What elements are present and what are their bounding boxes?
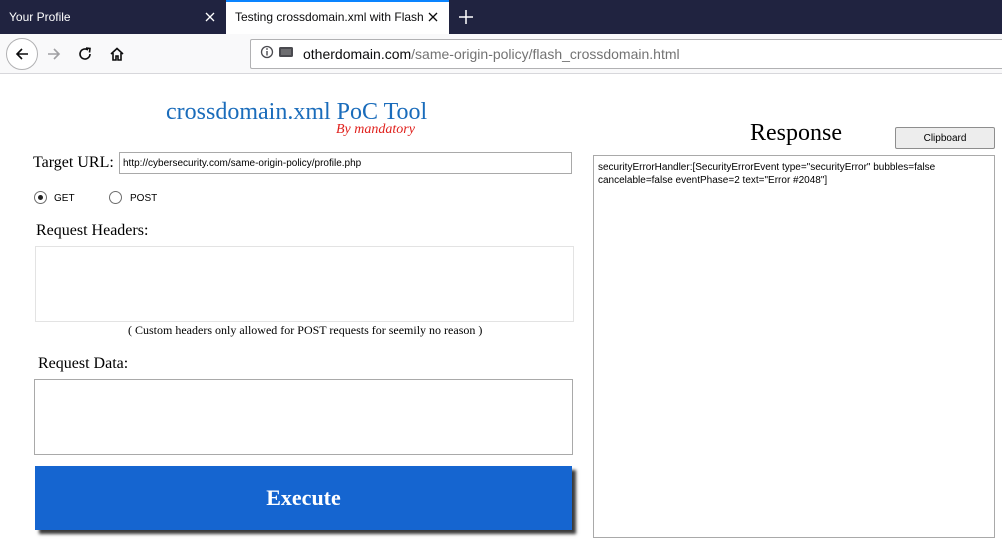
forward-arrow-icon[interactable] <box>41 40 67 68</box>
target-url-label: Target URL: <box>33 154 114 171</box>
home-icon[interactable] <box>104 40 130 68</box>
get-radio-label: GET <box>54 193 75 204</box>
radio-selected-dot <box>38 195 43 200</box>
url-text[interactable]: otherdomain.com/same-origin-policy/flash… <box>303 46 680 62</box>
back-arrow-icon[interactable] <box>6 38 38 70</box>
close-icon[interactable] <box>425 9 441 25</box>
response-title: Response <box>750 120 842 146</box>
plugin-icon[interactable] <box>278 45 294 64</box>
close-icon[interactable] <box>202 9 218 25</box>
headers-note: ( Custom headers only allowed for POST r… <box>128 323 483 337</box>
info-icon[interactable] <box>260 45 274 64</box>
page-subtitle: By mandatory <box>336 122 415 137</box>
tab-testing-crossdomain[interactable]: Testing crossdomain.xml with Flash <box>226 0 449 34</box>
reload-icon[interactable] <box>72 40 98 68</box>
request-headers-textarea[interactable] <box>35 246 574 322</box>
page-content: crossdomain.xml PoC Tool By mandatory Ta… <box>0 75 1002 543</box>
post-radio-label: POST <box>130 193 158 204</box>
target-url-input[interactable] <box>119 152 572 174</box>
post-radio[interactable] <box>109 191 122 204</box>
request-data-label: Request Data: <box>38 355 129 372</box>
tab-title: Testing crossdomain.xml with Flash <box>235 10 424 24</box>
plus-icon[interactable] <box>455 6 477 28</box>
navigation-toolbar: otherdomain.com/same-origin-policy/flash… <box>0 34 1002 74</box>
request-headers-label: Request Headers: <box>36 222 149 239</box>
tab-title: Your Profile <box>9 10 71 24</box>
response-textarea[interactable]: securityErrorHandler:[SecurityErrorEvent… <box>593 155 995 538</box>
clipboard-button[interactable]: Clipboard <box>895 127 995 149</box>
tab-strip: Your Profile Testing crossdomain.xml wit… <box>0 0 1002 34</box>
url-domain: otherdomain.com <box>303 46 412 62</box>
execute-button-label: Execute <box>266 485 341 510</box>
url-bar-icons <box>251 45 303 64</box>
url-bar[interactable]: otherdomain.com/same-origin-policy/flash… <box>250 39 1002 69</box>
tab-your-profile[interactable]: Your Profile <box>0 0 226 34</box>
execute-button[interactable]: Execute <box>35 466 572 530</box>
url-path: /same-origin-policy/flash_crossdomain.ht… <box>411 46 680 62</box>
get-radio[interactable] <box>34 191 47 204</box>
request-data-textarea[interactable] <box>34 379 573 455</box>
